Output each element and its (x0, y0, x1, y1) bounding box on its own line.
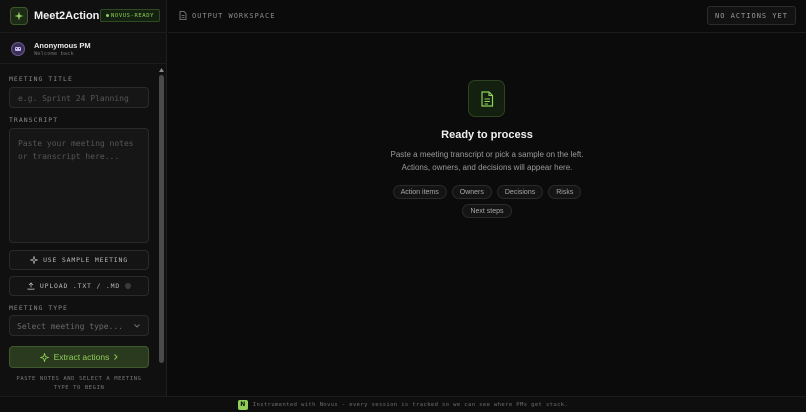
chevron-right-icon (114, 354, 119, 360)
upload-icon (27, 282, 35, 290)
brand-row: Meet2Action NOVUS-READY (0, 0, 167, 33)
meeting-title-label: MEETING TITLE (9, 75, 73, 83)
form-hint: PASTE NOTES AND SELECT A MEETING TYPE TO… (16, 376, 142, 391)
meeting-type-placeholder: Select meeting type... (17, 322, 123, 331)
chip-risks: Risks (548, 185, 582, 199)
status-dot-icon (106, 14, 109, 17)
sidebar: Meet2Action NOVUS-READY Anonymous PM Wel… (0, 0, 167, 396)
use-sample-button[interactable]: USE SAMPLE MEETING (9, 250, 149, 270)
chip-action-items: Action items (392, 185, 447, 199)
sparkle-icon (10, 7, 28, 25)
actions-status-badge: NO ACTIONS YET (706, 6, 796, 25)
chip-decisions: Decisions (496, 185, 544, 199)
workspace-header: OUTPUT WORKSPACE NO ACTIONS YET (168, 0, 806, 33)
info-icon (125, 283, 132, 289)
transcript-textarea[interactable]: Paste your meeting notes or transcript h… (9, 128, 149, 243)
status-badge-label: NOVUS-READY (111, 12, 155, 19)
sparkle-icon (30, 256, 39, 264)
novus-logo: N (237, 399, 248, 410)
workspace-title: OUTPUT WORKSPACE (179, 11, 275, 20)
upload-label: UPLOAD .TXT / .MD (39, 282, 121, 290)
transcript-placeholder: Paste your meeting notes or transcript h… (18, 139, 134, 161)
sidebar-scrollbar[interactable] (158, 66, 165, 366)
meeting-title-input[interactable]: e.g. Sprint 24 Planning (9, 87, 149, 108)
empty-state-line: Paste a meeting transcript or pick a sam… (390, 150, 584, 159)
chip-owners: Owners (451, 185, 492, 199)
empty-state-description: Paste a meeting transcript or pick a sam… (360, 148, 614, 174)
scrollbar-thumb[interactable] (159, 75, 164, 363)
sparkle-icon (39, 352, 49, 362)
meeting-type-select[interactable]: Select meeting type... (9, 315, 149, 336)
footer-text: Instrumented with Novus - every session … (252, 401, 569, 408)
output-chips: Action items Owners Decisions Risks Next… (390, 185, 584, 218)
scroll-up-icon[interactable] (158, 66, 165, 73)
empty-state-line: Actions, owners, and decisions will appe… (401, 163, 573, 172)
meeting-type-label: MEETING TYPE (9, 304, 68, 312)
status-badge: NOVUS-READY (100, 9, 161, 22)
workspace-title-label: OUTPUT WORKSPACE (192, 11, 276, 20)
document-icon (179, 11, 187, 20)
extract-actions-label: Extract actions (53, 352, 110, 362)
chip-next-steps: Next steps (462, 204, 512, 218)
chevron-down-icon (134, 324, 140, 328)
upload-button[interactable]: UPLOAD .TXT / .MD (9, 276, 149, 296)
user-name: Anonymous PM (34, 41, 91, 50)
empty-state-title: Ready to process (441, 129, 533, 141)
brand-name: Meet2Action (34, 10, 100, 22)
user-row: Anonymous PM Welcome back (0, 34, 167, 64)
meeting-title-placeholder: e.g. Sprint 24 Planning (18, 94, 129, 103)
transcript-label: TRANSCRIPT (9, 116, 59, 124)
avatar (11, 42, 25, 56)
footer: N Instrumented with Novus - every sessio… (0, 396, 806, 412)
extract-actions-button[interactable]: Extract actions (9, 346, 149, 368)
document-icon (468, 80, 505, 117)
user-subtitle: Welcome back (34, 51, 74, 57)
use-sample-label: USE SAMPLE MEETING (43, 256, 128, 264)
